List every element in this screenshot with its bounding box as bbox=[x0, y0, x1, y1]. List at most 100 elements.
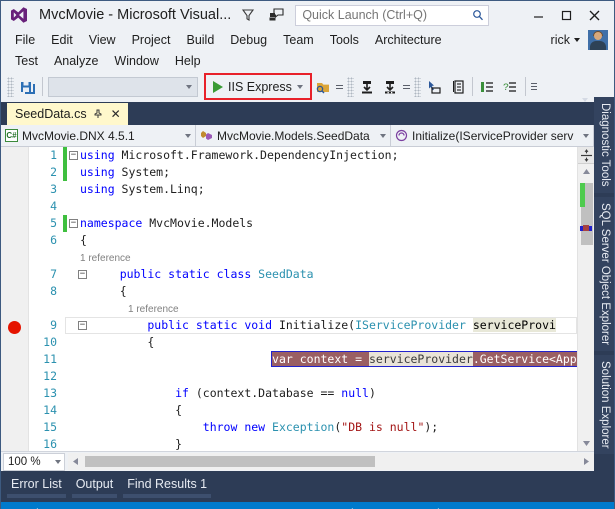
navbar-type-dropdown[interactable]: MvcMovie.Models.SeedData bbox=[196, 125, 391, 146]
toolbar-overflow-2[interactable] bbox=[402, 75, 412, 98]
chevron-down-icon[interactable] bbox=[380, 134, 386, 138]
menu-build[interactable]: Build bbox=[178, 31, 222, 49]
maximize-button[interactable] bbox=[552, 3, 580, 27]
change-bar bbox=[63, 249, 67, 266]
code-line: 15 throw new Exception("DB is null"); bbox=[29, 419, 577, 436]
search-icon[interactable] bbox=[472, 9, 484, 21]
quick-launch-box[interactable] bbox=[295, 5, 489, 26]
close-icon[interactable]: ✕ bbox=[109, 108, 123, 120]
line-number: 7 bbox=[29, 266, 59, 283]
window-title: MvcMovie - Microsoft Visual... bbox=[39, 7, 231, 23]
chevron-down-icon[interactable] bbox=[55, 460, 61, 464]
toolbar-overflow-3[interactable] bbox=[529, 75, 539, 98]
fold-toggle[interactable]: − bbox=[67, 219, 80, 228]
quick-launch-input[interactable] bbox=[302, 8, 472, 22]
step-into-icon[interactable] bbox=[356, 75, 379, 98]
user-avatar-icon[interactable] bbox=[588, 30, 608, 50]
menu-help[interactable]: Help bbox=[167, 52, 209, 70]
user-account-area[interactable]: rick bbox=[551, 30, 608, 50]
navbar-member-dropdown[interactable]: Initialize(IServiceProvider serv bbox=[391, 125, 594, 146]
start-debug-button[interactable]: IIS Express bbox=[208, 76, 308, 97]
fold-toggle[interactable]: − bbox=[67, 151, 80, 160]
chevron-down-icon[interactable] bbox=[574, 38, 580, 42]
show-next-statement-icon[interactable] bbox=[423, 75, 446, 98]
toolbar-grip[interactable] bbox=[7, 77, 14, 97]
menu-window[interactable]: Window bbox=[106, 52, 166, 70]
chevron-down-icon[interactable] bbox=[185, 134, 191, 138]
menu-file[interactable]: File bbox=[7, 31, 43, 49]
code-text-area[interactable]: 1 − using Microsoft.Framework.Dependency… bbox=[29, 147, 577, 451]
codelens-label[interactable]: 1 reference bbox=[128, 304, 179, 315]
zoom-level-value: 100 % bbox=[8, 456, 41, 468]
codelens-label[interactable]: 1 reference bbox=[80, 253, 131, 264]
fold-toggle[interactable]: − bbox=[78, 270, 87, 279]
menu-tools[interactable]: Tools bbox=[322, 31, 367, 49]
hscrollbar-thumb[interactable] bbox=[85, 456, 375, 467]
breakpoint-dot-icon[interactable] bbox=[8, 321, 21, 334]
navbar-type-label: MvcMovie.Models.SeedData bbox=[217, 129, 374, 143]
call-stack-icon[interactable] bbox=[446, 75, 469, 98]
tab-solution-explorer[interactable]: Solution Explorer bbox=[594, 355, 614, 455]
chevron-down-icon[interactable] bbox=[186, 85, 192, 89]
tab-output[interactable]: Output bbox=[72, 477, 118, 498]
editor-horizontal-scrollbar[interactable] bbox=[68, 453, 594, 470]
step-over-icon[interactable] bbox=[379, 75, 402, 98]
chevron-down-icon[interactable] bbox=[583, 134, 589, 138]
comment-icon[interactable]: ? bbox=[499, 75, 522, 98]
tab-error-list[interactable]: Error List bbox=[7, 477, 66, 498]
send-feedback-icon[interactable] bbox=[265, 4, 287, 26]
document-tab-seeddata[interactable]: SeedData.cs ✕ bbox=[7, 103, 128, 125]
menu-test[interactable]: Test bbox=[7, 52, 46, 70]
code-editor[interactable]: 1 − using Microsoft.Framework.Dependency… bbox=[1, 147, 594, 451]
menu-edit[interactable]: Edit bbox=[43, 31, 81, 49]
breakpoint-gutter[interactable] bbox=[1, 147, 29, 451]
toolbar-separator-3 bbox=[525, 77, 526, 96]
zoom-level-combo[interactable]: 100 % bbox=[3, 453, 65, 471]
svg-text:?: ? bbox=[503, 83, 509, 94]
scroll-up-icon[interactable] bbox=[578, 164, 595, 179]
scrollbar-track[interactable] bbox=[578, 179, 595, 436]
change-bar bbox=[63, 198, 67, 215]
menu-view[interactable]: View bbox=[81, 31, 124, 49]
start-debug-label: IIS Express bbox=[228, 80, 292, 94]
toolbar-grip-2[interactable] bbox=[347, 77, 354, 97]
funnel-filter-icon[interactable] bbox=[237, 4, 259, 26]
tab-find-results[interactable]: Find Results 1 bbox=[123, 477, 211, 498]
change-bar bbox=[63, 334, 67, 351]
indent-icon[interactable] bbox=[476, 75, 499, 98]
close-button[interactable] bbox=[580, 3, 608, 27]
navbar-project-dropdown[interactable]: C# MvcMovie.DNX 4.5.1 bbox=[1, 125, 196, 146]
toolbar-nav-combo[interactable] bbox=[48, 77, 198, 97]
menu-architecture[interactable]: Architecture bbox=[367, 31, 450, 49]
save-all-icon[interactable] bbox=[16, 75, 39, 98]
document-tab-strip: SeedData.cs ✕ bbox=[1, 102, 594, 125]
fold-toggle[interactable]: − bbox=[78, 321, 87, 330]
menu-team[interactable]: Team bbox=[275, 31, 322, 49]
code-line: 5 − namespace MvcMovie.Models bbox=[29, 215, 577, 232]
code-line: 7 − public static class SeedData bbox=[29, 266, 577, 283]
menu-analyze[interactable]: Analyze bbox=[46, 52, 106, 70]
scroll-down-icon[interactable] bbox=[578, 436, 595, 451]
tab-diagnostic-tools[interactable]: Diagnostic Tools bbox=[594, 97, 614, 193]
line-number: 11 bbox=[29, 351, 59, 368]
change-bar bbox=[63, 436, 67, 451]
split-view-icon[interactable] bbox=[578, 147, 595, 164]
scroll-right-icon[interactable] bbox=[579, 453, 594, 470]
menu-debug[interactable]: Debug bbox=[222, 31, 275, 49]
chevron-down-icon[interactable] bbox=[297, 85, 303, 89]
toolbar-grip-3[interactable] bbox=[414, 77, 421, 97]
minimize-button[interactable] bbox=[524, 3, 552, 27]
toolbar-overflow-1[interactable] bbox=[335, 75, 345, 98]
menu-project[interactable]: Project bbox=[124, 31, 179, 49]
tab-list-dropdown[interactable] bbox=[582, 102, 588, 120]
codelens-reference-line[interactable]: 1 reference bbox=[29, 300, 577, 317]
pin-icon[interactable] bbox=[93, 109, 103, 119]
tab-sql-server-object-explorer[interactable]: SQL Server Object Explorer bbox=[594, 197, 614, 351]
menu-row-1: File Edit View Project Build Debug Team … bbox=[7, 29, 608, 50]
chevron-down-icon[interactable] bbox=[582, 98, 588, 119]
find-in-files-icon[interactable] bbox=[312, 75, 335, 98]
hscrollbar-track[interactable] bbox=[83, 453, 579, 470]
scroll-left-icon[interactable] bbox=[68, 453, 83, 470]
editor-vertical-scrollbar[interactable] bbox=[577, 147, 594, 451]
codelens-reference-line[interactable]: 1 reference bbox=[29, 249, 577, 266]
